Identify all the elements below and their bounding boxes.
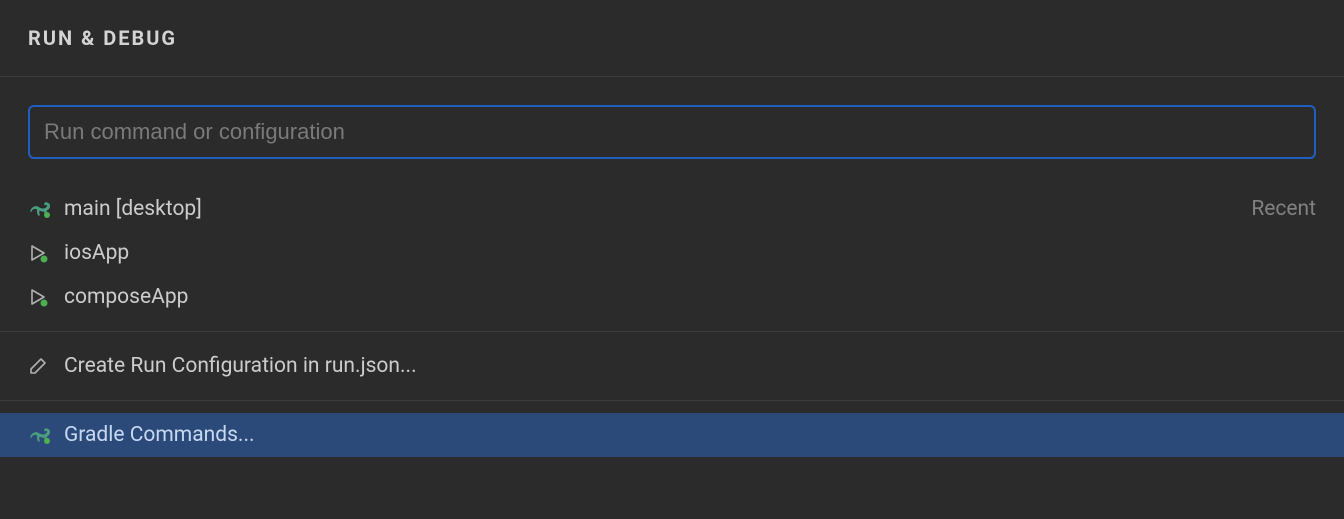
config-label: composeApp bbox=[64, 285, 1316, 309]
gradle-icon bbox=[28, 426, 56, 444]
gradle-icon bbox=[28, 200, 56, 218]
divider bbox=[0, 331, 1344, 332]
config-item-iosapp[interactable]: iosApp bbox=[0, 231, 1344, 275]
config-label: main [desktop] bbox=[64, 197, 1251, 221]
create-run-config-action[interactable]: Create Run Configuration in run.json... bbox=[0, 344, 1344, 388]
play-icon bbox=[28, 243, 56, 263]
search-container bbox=[0, 77, 1344, 187]
action-label: Gradle Commands... bbox=[64, 423, 1316, 447]
gradle-commands-action[interactable]: Gradle Commands... bbox=[0, 413, 1344, 457]
config-label: iosApp bbox=[64, 241, 1316, 265]
run-command-input[interactable] bbox=[28, 105, 1316, 159]
recent-badge: Recent bbox=[1251, 197, 1316, 221]
play-icon bbox=[28, 287, 56, 307]
config-item-composeapp[interactable]: composeApp bbox=[0, 275, 1344, 319]
divider bbox=[0, 400, 1344, 401]
panel-title: RUN & DEBUG bbox=[28, 26, 1316, 50]
action-label: Create Run Configuration in run.json... bbox=[64, 354, 1316, 378]
pencil-icon bbox=[28, 356, 56, 376]
config-item-main-desktop[interactable]: main [desktop] Recent bbox=[0, 187, 1344, 231]
configurations-list: main [desktop] Recent iosApp composeApp … bbox=[0, 187, 1344, 457]
panel-header: RUN & DEBUG bbox=[0, 0, 1344, 77]
